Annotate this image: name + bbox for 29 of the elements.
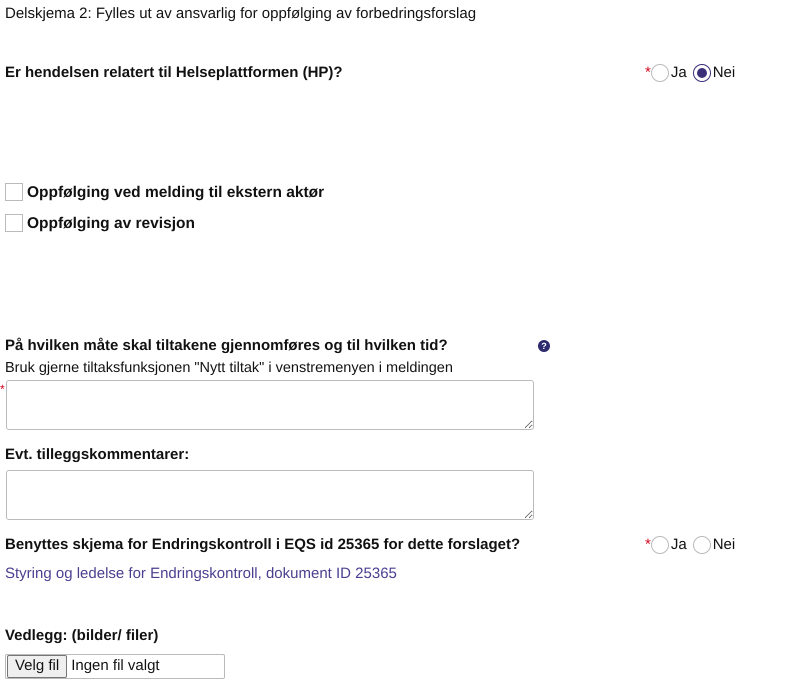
radio-label: Ja xyxy=(670,535,687,555)
radio-button[interactable] xyxy=(692,64,711,82)
hint-text: Bruk gjerne tiltaksfunksjonen "Nytt tiltak" i venstremenyen i meldingen xyxy=(5,358,454,378)
radio-label: Ja xyxy=(670,63,687,83)
file-input[interactable]: Velg fil Ingen fil valgt xyxy=(5,654,225,678)
radio-label: Nei xyxy=(712,535,736,555)
required-mark: * xyxy=(0,380,5,398)
question-label: Benyttes skjema for Endringskontroll i EQS id 25365 for dette forslaget? xyxy=(5,535,520,555)
required-mark: * xyxy=(645,535,651,555)
file-status: Ingen fil valgt xyxy=(71,656,160,676)
checkbox-label: Oppfølging av revisjon xyxy=(27,214,195,234)
input-field[interactable] xyxy=(6,470,534,520)
form-title: Delskjema 2: Fylles ut av ansvarlig for oppfølging av forbedringsforslag xyxy=(5,4,478,24)
radio-button[interactable] xyxy=(650,536,669,554)
document-link[interactable]: Styring og ledelse for Endringskontroll, dokument ID 25365 xyxy=(5,562,397,585)
help-icon[interactable]: ? xyxy=(538,340,550,352)
checkbox[interactable] xyxy=(5,214,23,232)
checkbox-label: Oppfølging ved melding til ekstern aktør xyxy=(27,182,324,202)
field-label: Vedlegg: (bilder/ filer) xyxy=(5,626,160,646)
input-field[interactable] xyxy=(6,380,534,430)
choose-file-button[interactable]: Velg fil xyxy=(7,654,68,678)
radio-button[interactable] xyxy=(692,536,711,554)
checkbox[interactable] xyxy=(5,183,23,202)
question-label: Er hendelsen relatert til Helseplattformen (HP)? xyxy=(5,63,343,83)
radio-button[interactable] xyxy=(650,64,669,82)
required-mark: * xyxy=(645,63,651,83)
field-label: Evt. tilleggskommentarer: xyxy=(5,444,190,464)
question-label: På hvilken måte skal tiltakene gjennomføres og til hvilken tid? xyxy=(5,336,448,356)
radio-label: Nei xyxy=(712,63,736,83)
